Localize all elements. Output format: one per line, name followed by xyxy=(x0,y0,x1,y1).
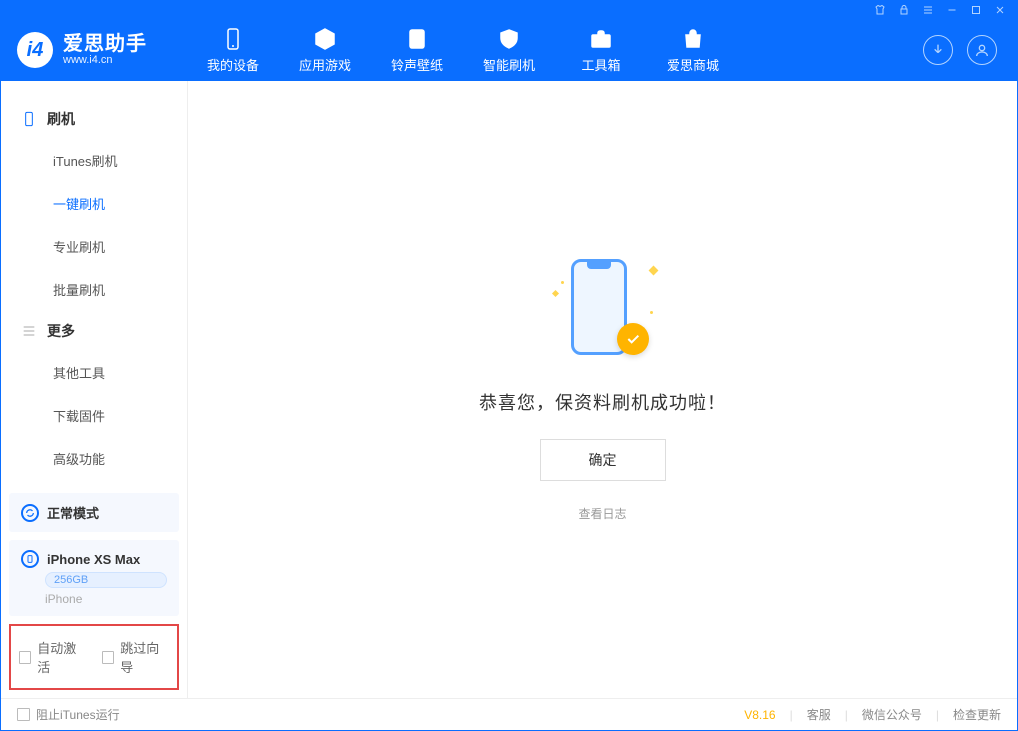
sidebar-item-itunes-flash[interactable]: iTunes刷机 xyxy=(1,139,187,182)
sidebar-group-flash: 刷机 xyxy=(1,99,187,139)
phone-icon xyxy=(221,27,245,51)
header-actions xyxy=(923,35,997,65)
sidebar-item-oneclick-flash[interactable]: 一键刷机 xyxy=(1,182,187,225)
app-domain: www.i4.cn xyxy=(63,54,147,66)
shirt-icon[interactable] xyxy=(873,3,887,17)
sync-icon xyxy=(21,504,39,522)
checkbox-icon xyxy=(17,708,30,721)
device-card[interactable]: iPhone XS Max 256GB iPhone xyxy=(9,540,179,616)
sidebar-item-other-tools[interactable]: 其他工具 xyxy=(1,351,187,394)
statusbar: 阻止iTunes运行 V8.16 | 客服 | 微信公众号 | 检查更新 xyxy=(1,698,1017,730)
checkbox-skip-guide[interactable]: 跳过向导 xyxy=(102,638,169,676)
shield-sync-icon xyxy=(497,27,521,51)
flash-options-box: 自动激活 跳过向导 xyxy=(9,624,179,690)
checkbox-icon xyxy=(19,651,31,664)
sidebar: 刷机 iTunes刷机 一键刷机 专业刷机 批量刷机 更多 其他工具 下载固件 … xyxy=(1,81,188,698)
nav-apps-games[interactable]: 应用游戏 xyxy=(279,19,371,81)
sidebar-item-batch-flash[interactable]: 批量刷机 xyxy=(1,268,187,311)
nav-label: 工具箱 xyxy=(581,55,620,74)
sidebar-item-pro-flash[interactable]: 专业刷机 xyxy=(1,225,187,268)
sidebar-item-advanced[interactable]: 高级功能 xyxy=(1,437,187,480)
close-icon[interactable] xyxy=(993,3,1007,17)
nav-my-device[interactable]: 我的设备 xyxy=(187,19,279,81)
phone-outline-icon xyxy=(21,111,37,127)
sidebar-group-title: 更多 xyxy=(47,321,75,341)
sidebar-group-title: 刷机 xyxy=(47,109,75,129)
header: i4 爱思助手 www.i4.cn 我的设备 应用游戏 铃声壁纸 智能刷机 xyxy=(1,19,1017,81)
music-file-icon xyxy=(405,27,429,51)
app-window: i4 爱思助手 www.i4.cn 我的设备 应用游戏 铃声壁纸 智能刷机 xyxy=(0,0,1018,731)
success-illustration xyxy=(551,257,655,365)
toolbox-icon xyxy=(589,27,613,51)
download-button[interactable] xyxy=(923,35,953,65)
main-content: 恭喜您，保资料刷机成功啦！ 确定 查看日志 xyxy=(188,81,1017,698)
checkbox-label: 跳过向导 xyxy=(120,638,169,676)
device-capacity-badge: 256GB xyxy=(45,572,167,588)
minimize-icon[interactable] xyxy=(945,3,959,17)
lock-icon[interactable] xyxy=(897,3,911,17)
checkbox-label: 自动激活 xyxy=(37,638,86,676)
device-name: iPhone XS Max xyxy=(47,552,140,567)
view-log-link[interactable]: 查看日志 xyxy=(578,505,626,522)
bag-icon xyxy=(681,27,705,51)
footer-link-update[interactable]: 检查更新 xyxy=(953,706,1001,723)
nav-smart-flash[interactable]: 智能刷机 xyxy=(463,19,555,81)
nav-label: 智能刷机 xyxy=(483,55,535,74)
checkbox-icon xyxy=(102,651,114,664)
list-icon xyxy=(21,323,37,339)
maximize-icon[interactable] xyxy=(969,3,983,17)
success-message: 恭喜您，保资料刷机成功啦！ xyxy=(479,389,726,415)
device-type: iPhone xyxy=(45,592,167,606)
device-phone-icon xyxy=(21,550,39,568)
mode-label: 正常模式 xyxy=(47,503,99,522)
confirm-button[interactable]: 确定 xyxy=(540,439,666,481)
sidebar-group-more: 更多 xyxy=(1,311,187,351)
nav-ringtone-wallpaper[interactable]: 铃声壁纸 xyxy=(371,19,463,81)
app-logo: i4 爱思助手 www.i4.cn xyxy=(17,32,147,68)
nav-label: 应用游戏 xyxy=(299,55,351,74)
body: 刷机 iTunes刷机 一键刷机 专业刷机 批量刷机 更多 其他工具 下载固件 … xyxy=(1,81,1017,698)
app-name: 爱思助手 xyxy=(63,34,147,54)
user-icon xyxy=(974,42,990,58)
version-label: V8.16 xyxy=(744,708,775,722)
mode-card[interactable]: 正常模式 xyxy=(9,493,179,532)
titlebar xyxy=(1,1,1017,19)
checkbox-block-itunes[interactable]: 阻止iTunes运行 xyxy=(17,706,120,723)
nav-store[interactable]: 爱思商城 xyxy=(647,19,739,81)
sidebar-item-download-firmware[interactable]: 下载固件 xyxy=(1,394,187,437)
checkbox-label: 阻止iTunes运行 xyxy=(36,706,120,723)
nav-label: 我的设备 xyxy=(207,55,259,74)
cube-icon xyxy=(313,27,337,51)
nav-label: 铃声壁纸 xyxy=(391,55,443,74)
menu-icon[interactable] xyxy=(921,3,935,17)
nav-label: 爱思商城 xyxy=(667,55,719,74)
nav-toolbox[interactable]: 工具箱 xyxy=(555,19,647,81)
account-button[interactable] xyxy=(967,35,997,65)
checkmark-badge-icon xyxy=(617,323,649,355)
checkbox-auto-activate[interactable]: 自动激活 xyxy=(19,638,86,676)
top-nav: 我的设备 应用游戏 铃声壁纸 智能刷机 工具箱 爱思商城 xyxy=(187,19,739,81)
logo-badge-icon: i4 xyxy=(17,32,53,68)
footer-link-wechat[interactable]: 微信公众号 xyxy=(862,706,922,723)
download-icon xyxy=(930,42,946,58)
footer-link-service[interactable]: 客服 xyxy=(807,706,831,723)
